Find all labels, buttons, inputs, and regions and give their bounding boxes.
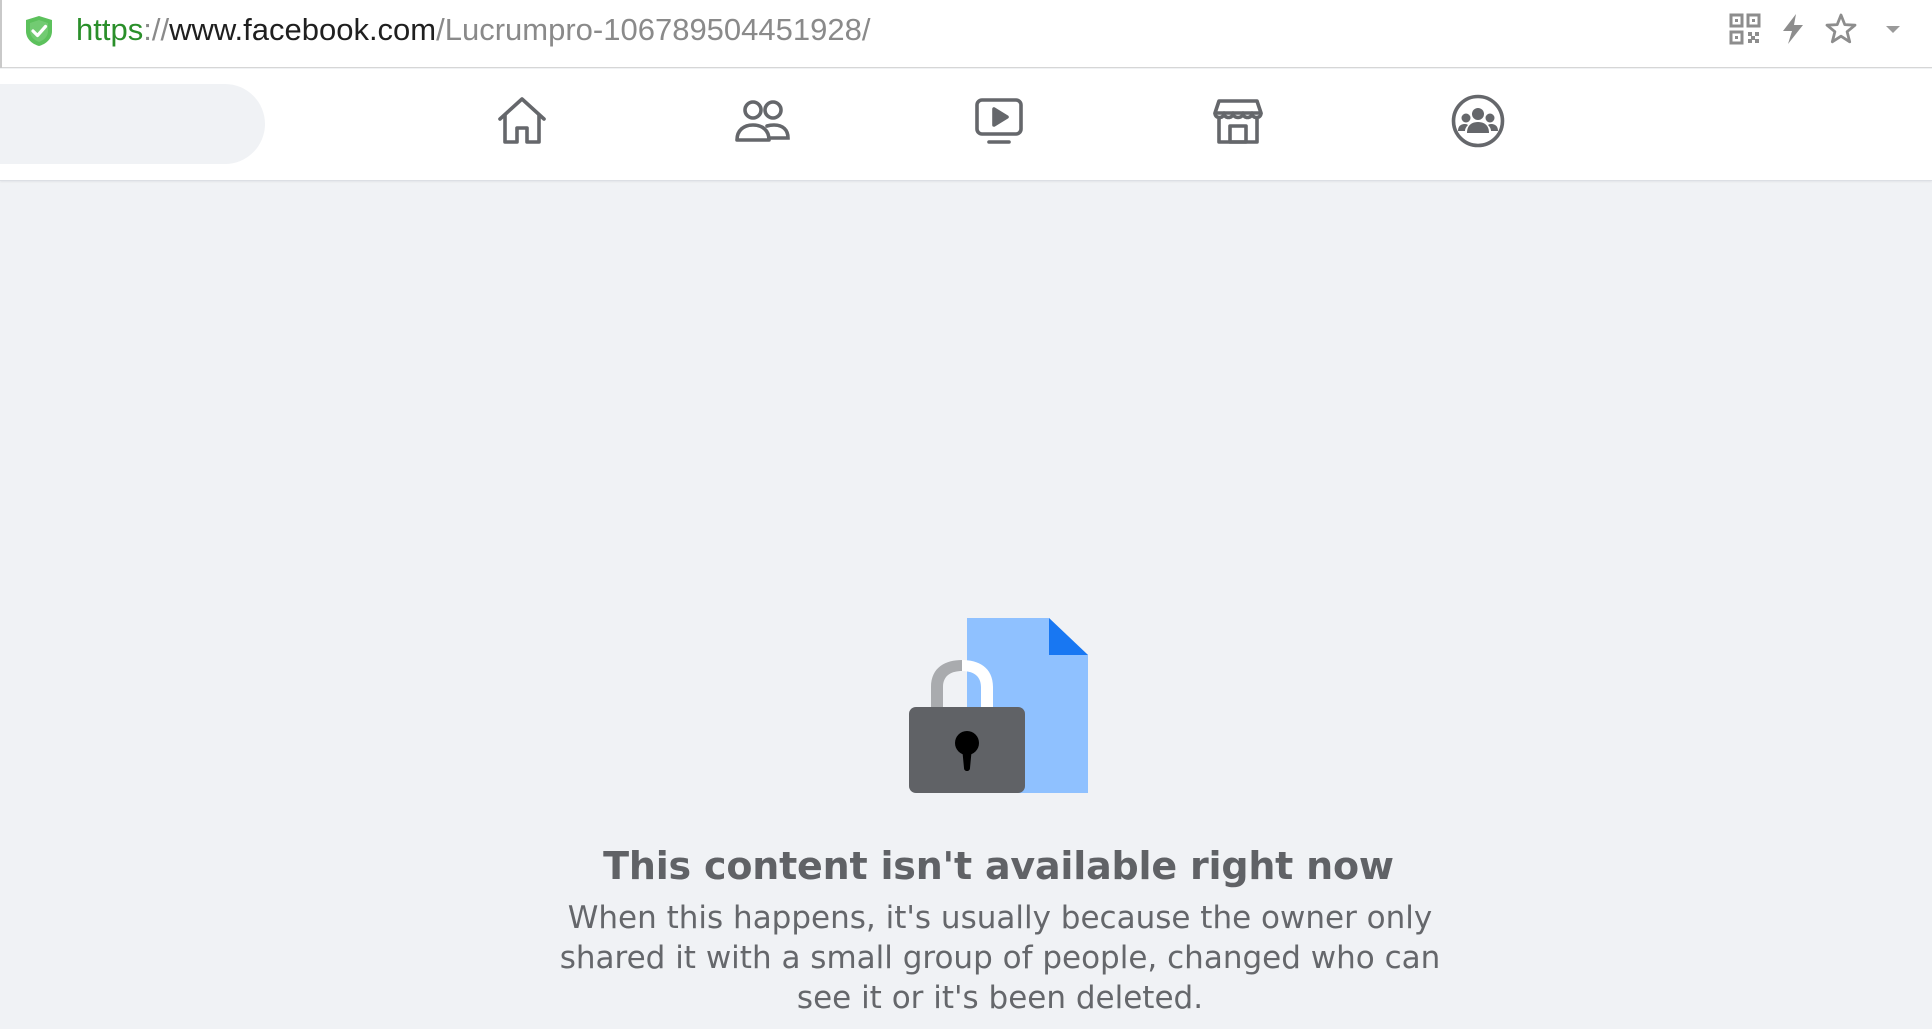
tab-watch[interactable]: [963, 87, 1035, 159]
shield-check-icon[interactable]: [22, 14, 56, 48]
url-field[interactable]: https://www.facebook.com/Lucrumpro-10678…: [76, 10, 870, 50]
tab-marketplace[interactable]: [1202, 87, 1274, 159]
url-protocol: https: [76, 12, 144, 47]
url-separator: ://: [143, 12, 170, 47]
star-icon[interactable]: [1824, 12, 1858, 46]
qr-code-icon[interactable]: [1728, 12, 1762, 46]
home-icon: [494, 93, 550, 154]
unavailable-message: When this happens, it's usually because …: [559, 900, 1441, 1016]
url-host: www.facebook.com: [169, 12, 437, 47]
tab-friends[interactable]: [726, 87, 798, 159]
facebook-nav-bar: [0, 69, 1932, 181]
chevron-down-icon[interactable]: [1876, 12, 1910, 46]
url-path: /Lucrumpro-106789504451928/: [436, 12, 871, 47]
lightning-icon[interactable]: [1776, 12, 1810, 46]
tab-groups[interactable]: [1442, 87, 1514, 159]
watch-icon: [971, 93, 1027, 154]
window-edge: [0, 0, 2, 68]
unavailable-title: This content isn't available right now: [603, 844, 1394, 888]
friends-icon: [733, 93, 791, 154]
groups-icon: [1450, 93, 1506, 154]
marketplace-icon: [1210, 93, 1266, 154]
lock-document-icon: [905, 615, 1090, 795]
browser-address-bar: https://www.facebook.com/Lucrumpro-10678…: [0, 0, 1932, 68]
search-input[interactable]: [0, 84, 265, 164]
tab-home[interactable]: [486, 87, 558, 159]
